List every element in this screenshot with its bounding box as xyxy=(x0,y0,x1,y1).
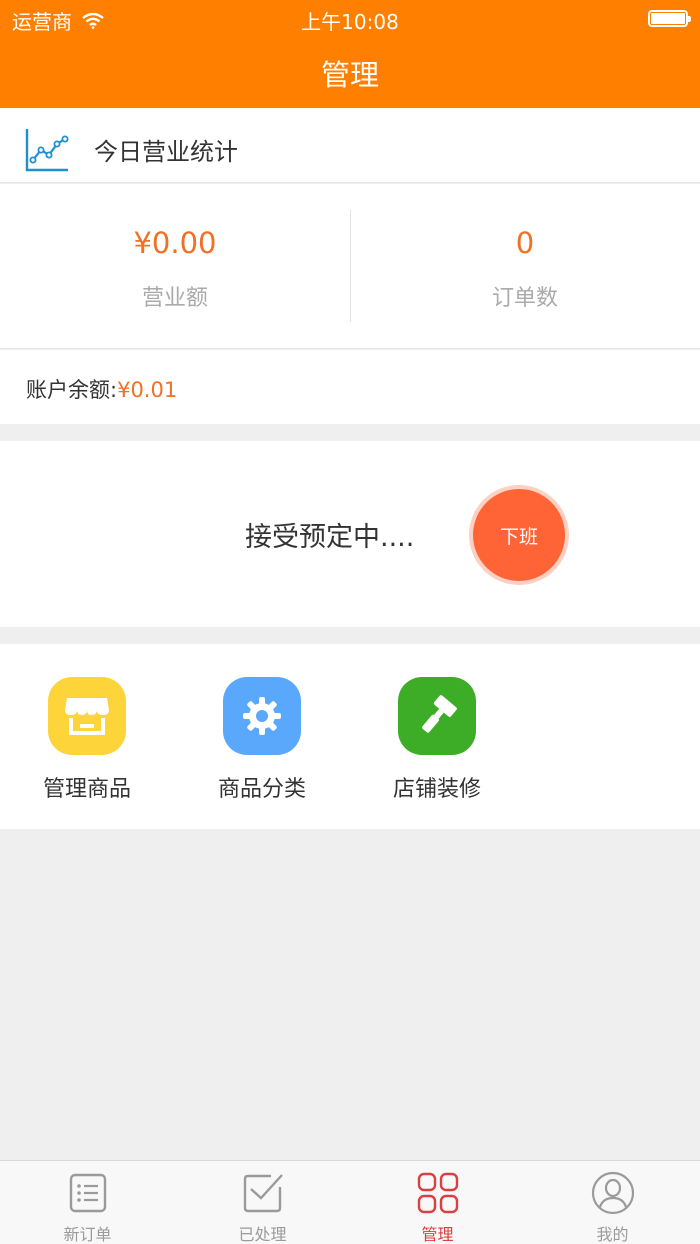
tab-profile[interactable]: 我的 xyxy=(525,1161,700,1244)
tab-profile-label: 我的 xyxy=(596,1225,629,1244)
gear-icon xyxy=(223,677,301,755)
orders-value: 0 xyxy=(515,226,535,260)
tab-new-orders-label: 新订单 xyxy=(63,1225,112,1244)
tab-new-orders[interactable]: 新订单 xyxy=(0,1161,175,1244)
manage-products-button[interactable]: 管理商品 xyxy=(27,677,147,803)
status-time: 上午10:08 xyxy=(301,10,399,34)
shop-decoration-label: 店铺装修 xyxy=(392,777,481,802)
shop-status-card: 接受预定中.... 下班 xyxy=(0,441,700,627)
product-categories-label: 商品分类 xyxy=(217,777,306,802)
page-title: 管理 xyxy=(320,58,379,92)
revenue-label: 营业额 xyxy=(141,286,208,311)
orders-label: 订单数 xyxy=(491,286,558,311)
order-list-icon xyxy=(69,1173,107,1213)
tab-manage[interactable]: 管理 xyxy=(350,1161,525,1244)
stats-header: 今日营业统计 xyxy=(0,108,700,183)
header: 运营商 上午10:08 管理 xyxy=(0,0,700,108)
tools-grid: 管理商品 商品分类 店铺装修 xyxy=(0,644,700,829)
off-work-button[interactable]: 下班 xyxy=(469,485,569,585)
shop-decoration-button[interactable]: 店铺装修 xyxy=(377,677,497,803)
shop-status-text: 接受预定中.... xyxy=(245,522,415,553)
tab-processed[interactable]: 已处理 xyxy=(175,1161,350,1244)
processed-check-icon xyxy=(243,1174,283,1213)
tab-processed-label: 已处理 xyxy=(238,1225,287,1244)
profile-icon xyxy=(591,1171,635,1215)
orders-stat: 0 订单数 xyxy=(350,184,700,349)
tab-manage-label: 管理 xyxy=(421,1225,454,1244)
manage-products-label: 管理商品 xyxy=(42,777,131,802)
paint-roller-icon xyxy=(398,677,476,755)
balance-value: ¥0.01 xyxy=(117,378,178,402)
balance-label: 账户余额: xyxy=(26,378,118,402)
store-icon xyxy=(48,677,126,755)
battery-icon xyxy=(648,10,691,27)
revenue-value: ¥0.00 xyxy=(133,226,217,260)
balance-row: 账户余额:¥0.01 xyxy=(0,350,700,424)
stats-values: ¥0.00 营业额 0 订单数 xyxy=(0,184,700,349)
tab-bar: 新订单 已处理 管理 我的 xyxy=(0,1160,700,1244)
line-chart-icon xyxy=(25,129,69,172)
revenue-stat: ¥0.00 营业额 xyxy=(0,184,350,349)
product-categories-button[interactable]: 商品分类 xyxy=(202,677,322,803)
grid-icon xyxy=(417,1172,459,1214)
stats-title: 今日营业统计 xyxy=(94,138,238,166)
balance-text: 账户余额:¥0.01 xyxy=(26,374,177,404)
